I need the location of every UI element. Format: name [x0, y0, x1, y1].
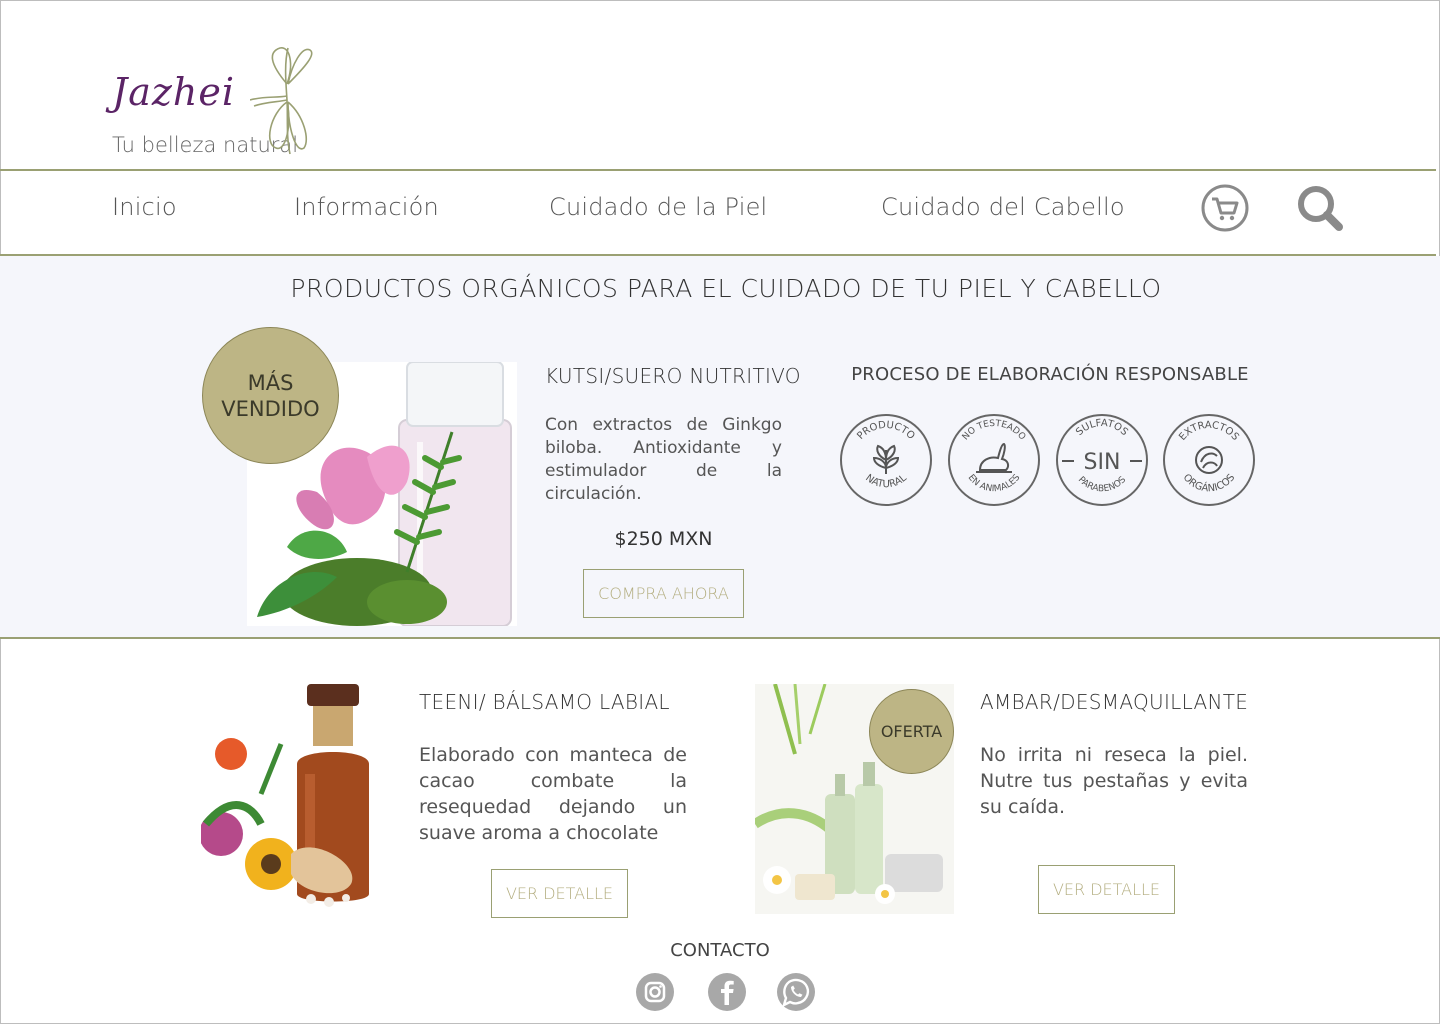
- process-title: PROCESO DE ELABORACIÓN RESPONSABLE: [851, 364, 1249, 385]
- svg-text:EN ANIMALES: EN ANIMALES: [966, 473, 1023, 495]
- makeup-remover-title[interactable]: AMBAR/DESMAQUILLANTE: [980, 690, 1248, 714]
- svg-text:NATURAL: NATURAL: [863, 472, 909, 490]
- cruelty-free-seal-icon: NO TESTEADO EN ANIMALES: [948, 414, 1040, 506]
- lip-balm-detail-button[interactable]: VER DETALLE: [491, 869, 628, 918]
- svg-text:EXTRACTOS: EXTRACTOS: [1177, 420, 1241, 443]
- svg-text:ORGÁNICOS: ORGÁNICOS: [1181, 472, 1238, 494]
- badge-line2: VENDIDO: [221, 396, 320, 421]
- nav-item-inicio[interactable]: Inicio: [112, 193, 177, 221]
- svg-text:SIN: SIN: [1084, 450, 1121, 475]
- hero-product-title[interactable]: KUTSI/SUERO NUTRITIVO: [545, 364, 801, 388]
- nav-item-cuidado-cabello[interactable]: Cuidado del Cabello: [881, 193, 1125, 221]
- whatsapp-icon[interactable]: [776, 972, 816, 1012]
- svg-text:PARABENOS: PARABENOS: [1076, 475, 1129, 494]
- buy-now-button[interactable]: COMPRA AHORA: [583, 569, 744, 618]
- natural-product-seal-icon: PRODUCTO NATURAL: [840, 414, 932, 506]
- lip-balm-description: Elaborado con manteca de cacao combate l…: [419, 744, 687, 844]
- search-icon[interactable]: [1295, 183, 1345, 233]
- brand-logo[interactable]: Jazhei Tu belleza natural: [110, 44, 325, 160]
- bestseller-badge: MÁS VENDIDO: [202, 327, 339, 464]
- makeup-remover-detail-button[interactable]: VER DETALLE: [1038, 865, 1175, 914]
- contact-title: CONTACTO: [670, 940, 770, 961]
- offer-badge: OFERTA: [869, 689, 954, 774]
- dragonfly-icon: [250, 47, 313, 155]
- hero-product-price: $250 MXN: [614, 528, 713, 550]
- hero-section: PRODUCTOS ORGÁNICOS PARA EL CUIDADO DE T…: [0, 256, 1440, 639]
- brand-name: Jazhei: [112, 70, 236, 114]
- nav-item-cuidado-piel[interactable]: Cuidado de la Piel: [549, 193, 767, 221]
- lip-balm-product-image[interactable]: [201, 684, 388, 914]
- cart-icon[interactable]: [1200, 183, 1250, 233]
- badge-line1: MÁS: [247, 370, 294, 395]
- lip-balm-title[interactable]: TEENI/ BÁLSAMO LABIAL: [419, 690, 670, 714]
- hero-product-description: Con extractos de Ginkgo biloba. Antioxid…: [545, 415, 782, 504]
- nav-item-informacion[interactable]: Información: [294, 193, 439, 221]
- main-nav: Inicio Información Cuidado de la Piel Cu…: [0, 169, 1436, 256]
- instagram-icon[interactable]: [635, 972, 675, 1012]
- hero-title: PRODUCTOS ORGÁNICOS PARA EL CUIDADO DE T…: [290, 274, 1162, 303]
- organic-extracts-seal-icon: EXTRACTOS ORGÁNICOS: [1163, 414, 1255, 506]
- facebook-icon[interactable]: [707, 972, 747, 1012]
- svg-text:PRODUCTO: PRODUCTO: [855, 420, 916, 442]
- sulfate-free-seal-icon: SULFATOS SIN PARABENOS: [1056, 414, 1148, 506]
- makeup-remover-description: No irrita ni reseca la piel. Nutre tus p…: [980, 744, 1248, 818]
- svg-text:SULFATOS: SULFATOS: [1074, 418, 1130, 438]
